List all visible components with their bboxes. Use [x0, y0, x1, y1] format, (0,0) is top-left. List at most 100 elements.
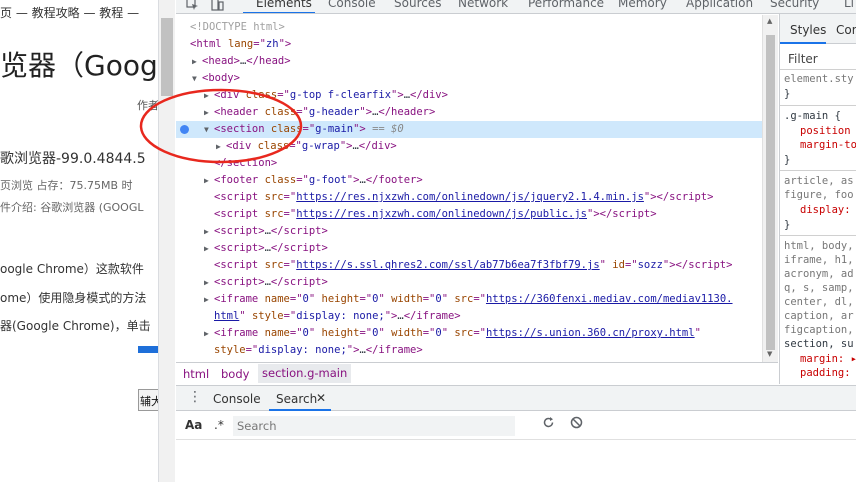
tab-console[interactable]: Console — [328, 0, 376, 10]
tab-elements[interactable]: Elements — [256, 0, 312, 10]
tab-computed[interactable]: Com — [836, 23, 856, 37]
tree-node-script[interactable]: <script src="https://res.njxzwh.com/onli… — [176, 189, 762, 206]
style-prop-line[interactable]: position — [800, 125, 851, 137]
tree-node-iframe-cont[interactable]: style="display: none;">…</iframe> — [176, 342, 762, 359]
style-prop-line[interactable]: display: — [800, 204, 851, 216]
style-rule-line: figure, foo — [784, 189, 854, 201]
expand-triangle-icon[interactable]: ▶ — [204, 87, 214, 104]
script-src-link[interactable]: https://s.ssl.qhres2.com/ssl/ab77b6ea7f3… — [296, 259, 599, 271]
tree-node-script[interactable]: <script src="https://s.ssl.qhres2.com/ss… — [176, 257, 762, 274]
tree-node-html[interactable]: <html lang="zh"> — [176, 36, 762, 53]
tab-performance[interactable]: Performance — [528, 0, 604, 10]
tree-node-section-close[interactable]: </section> — [176, 155, 762, 172]
scroll-up-arrow-icon[interactable]: ▲ — [767, 17, 772, 25]
expand-triangle-icon[interactable]: ▶ — [204, 104, 214, 121]
tree-node-footer[interactable]: ▶ <footer class="g-foot">…</footer> — [176, 172, 762, 189]
tree-node-script[interactable]: ▶ <script>…</script> — [176, 274, 762, 291]
tree-node-div-gtop[interactable]: ▶ <div class="g-top f-clearfix">…</div> — [176, 87, 762, 104]
close-icon[interactable]: ✕ — [316, 391, 326, 405]
webpage-product-name: 歌浏览器-99.0.4844.5 — [0, 151, 146, 167]
webpage-viewport: 页 — 教程攻略 — 教程 — 览器（Googl 作者 歌浏览器-99.0.48… — [0, 0, 159, 482]
devtools-panel: Elements Console Sources Network Perform… — [176, 0, 856, 482]
style-prop-line[interactable]: margin: ▸ — [800, 353, 856, 365]
tree-node-header[interactable]: ▶ <header class="g-header">…</header> — [176, 104, 762, 121]
tree-node-iframe[interactable]: ▶ <iframe name="0" height="0" width="0" s… — [176, 325, 762, 342]
tab-sources[interactable]: Sources — [394, 0, 441, 10]
collapse-triangle-icon[interactable]: ▼ — [204, 121, 214, 138]
divider — [780, 170, 856, 171]
styles-tab-indicator — [780, 42, 826, 44]
style-rule-line: article, as — [784, 175, 854, 187]
active-tab-indicator — [243, 12, 315, 13]
devtools-tabbar: Elements Console Sources Network Perform… — [176, 0, 856, 14]
expand-triangle-icon[interactable]: ▶ — [216, 138, 226, 155]
expand-triangle-icon[interactable]: ▶ — [204, 172, 214, 189]
webpage-scrollbar-thumb[interactable] — [161, 18, 173, 96]
selected-node-marker: == $0 — [372, 123, 404, 135]
search-input[interactable] — [233, 416, 515, 436]
match-case-toggle[interactable]: Aa — [185, 418, 202, 432]
expand-triangle-icon[interactable]: ▶ — [204, 274, 214, 291]
style-rule-line: } — [784, 219, 791, 231]
tab-application[interactable]: Application — [686, 0, 753, 10]
script-src-link[interactable]: https://res.njxzwh.com/onlinedown/js/pub… — [296, 208, 587, 220]
expand-triangle-icon[interactable]: ▶ — [192, 53, 202, 70]
scroll-down-arrow-icon[interactable]: ▼ — [767, 350, 772, 358]
style-rule-line: element.sty — [784, 73, 854, 85]
divider — [780, 105, 856, 106]
collapse-triangle-icon[interactable]: ▼ — [192, 70, 202, 87]
elements-scrollbar-thumb[interactable] — [766, 35, 775, 350]
elements-scrollbar[interactable]: ▲ ▼ — [762, 15, 778, 362]
expand-triangle-icon[interactable]: ▶ — [204, 223, 214, 240]
more-options-icon[interactable]: ⋮ — [188, 389, 202, 405]
tree-node-iframe[interactable]: ▶ <iframe name="0" height="0" width="0" s… — [176, 291, 762, 308]
webpage-breadcrumb[interactable]: 页 — 教程攻略 — 教程 — — [0, 4, 139, 21]
tree-node-iframe-cont[interactable]: html" style="display: none;">…</iframe> — [176, 308, 762, 325]
expand-triangle-icon[interactable]: ▶ — [204, 240, 214, 257]
webpage-scrollbar[interactable] — [159, 0, 175, 482]
tree-node-section-selected[interactable]: ▼ <section class="g-main"> == $0 — [176, 121, 762, 138]
tree-node-script[interactable]: <script src="https://res.njxzwh.com/onli… — [176, 206, 762, 223]
search-toolbar: Aa .* — [176, 412, 856, 440]
tree-node-doctype[interactable]: <!DOCTYPE html> — [176, 19, 762, 36]
expand-triangle-icon[interactable]: ▶ — [204, 291, 214, 308]
inspect-element-icon[interactable] — [186, 0, 200, 12]
style-prop-line[interactable]: margin-to — [800, 139, 856, 151]
breadcrumb-item[interactable]: body — [221, 367, 249, 381]
clear-icon[interactable] — [570, 416, 583, 433]
webpage-author-label: 作者 — [137, 99, 159, 112]
drawer-tab-console[interactable]: Console — [213, 392, 261, 406]
style-prop-line[interactable]: padding: — [800, 367, 851, 379]
tree-node-body[interactable]: ▼ <body> — [176, 70, 762, 87]
tab-lighthouse[interactable]: Li — [844, 0, 854, 10]
refresh-icon[interactable] — [542, 416, 555, 433]
style-rule-line: section, su — [784, 338, 854, 350]
tree-node-script[interactable]: ▶ <script>…</script> — [176, 240, 762, 257]
breadcrumb-item-current[interactable]: section.g-main — [258, 364, 352, 383]
tree-node-script[interactable]: ▶ <script>…</script> — [176, 223, 762, 240]
tree-node-div-gwrap[interactable]: ▶ <div class="g-wrap">…</div> — [176, 138, 762, 155]
regex-toggle[interactable]: .* — [214, 418, 224, 432]
divider — [780, 235, 856, 236]
iframe-src-link-cont[interactable]: html — [214, 310, 239, 322]
tree-node-head[interactable]: ▶ <head>…</head> — [176, 53, 762, 70]
tab-memory[interactable]: Memory — [618, 0, 667, 10]
divider — [780, 69, 856, 70]
drawer-tab-search[interactable]: Search — [276, 392, 317, 406]
dom-breadcrumb: html body section.g-main — [176, 362, 778, 384]
tab-styles[interactable]: Styles — [790, 23, 826, 37]
styles-pane: Styles Com Filter element.sty } .g-main … — [779, 14, 856, 384]
styles-tabbar: Styles Com — [780, 14, 856, 44]
tab-network[interactable]: Network — [458, 0, 508, 10]
script-src-link[interactable]: https://res.njxzwh.com/onlinedown/js/jqu… — [296, 191, 644, 203]
device-toolbar-icon[interactable] — [211, 0, 225, 12]
tab-security[interactable]: Security — [770, 0, 819, 10]
webpage-button[interactable]: 辅大 — [138, 389, 158, 411]
drawer-tabbar: ⋮ Console Search ✕ — [176, 385, 856, 411]
breadcrumb-item[interactable]: html — [183, 367, 209, 381]
styles-filter-input[interactable]: Filter — [788, 52, 818, 66]
breakpoint-dot-icon — [180, 125, 189, 134]
expand-triangle-icon[interactable]: ▶ — [204, 325, 214, 342]
iframe-src-link[interactable]: https://360fenxi.mediav.com/mediav1130. — [486, 293, 733, 305]
iframe-src-link[interactable]: https://s.union.360.cn/proxy.html — [486, 327, 695, 339]
